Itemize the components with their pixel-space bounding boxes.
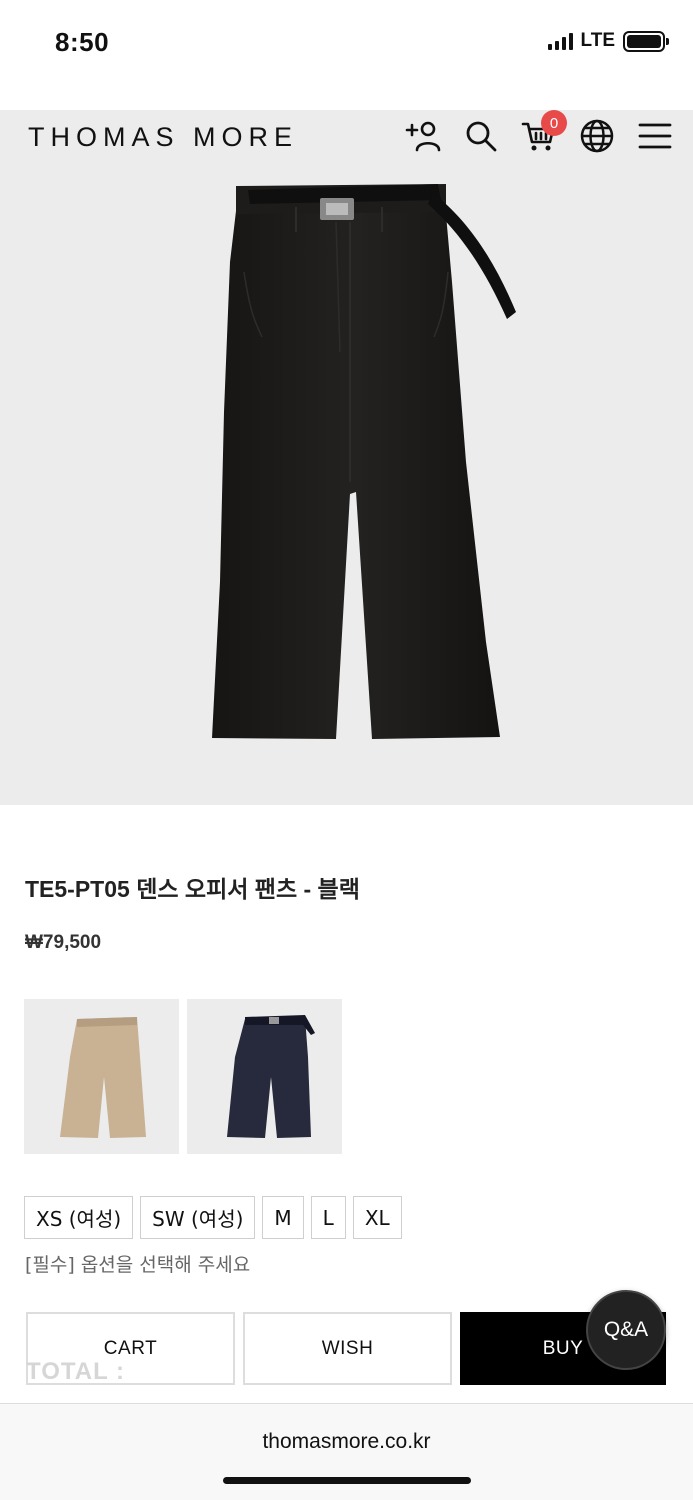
swatch-beige[interactable] [24,999,179,1154]
product-price: ₩79,500 [25,932,102,953]
size-option-xl[interactable]: XL [352,1196,402,1239]
url-text[interactable]: thomasmore.co.kr [0,1430,693,1454]
size-option-m[interactable]: M [262,1196,304,1239]
wish-button[interactable]: WISH [243,1312,452,1385]
status-indicators: LTE [547,30,669,52]
size-option-sw[interactable]: SW (여성) [140,1196,256,1239]
site-logo[interactable]: THOMAS MORE [28,122,298,153]
signal-icon [547,32,573,50]
add-user-icon[interactable] [403,116,443,156]
search-icon[interactable] [461,116,501,156]
swatch-navy[interactable] [187,999,342,1154]
browser-url-bar: thomasmore.co.kr [0,1403,693,1500]
globe-icon[interactable] [577,116,617,156]
menu-icon[interactable] [635,116,675,156]
total-label: TOTAL : [26,1358,125,1385]
home-indicator[interactable] [223,1477,471,1484]
size-required-notice: [필수] 옵션을 선택해 주세요 [25,1254,251,1276]
network-label: LTE [580,30,615,51]
site-header: THOMAS MORE 0 [0,110,693,162]
status-time: 8:50 [55,27,110,57]
product-title: TE5-PT05 덴스 오피서 팬츠 - 블랙 [25,876,360,902]
size-option-xs[interactable]: XS (여성) [24,1196,134,1239]
status-bar: 8:50 LTE [0,0,693,90]
qa-button[interactable]: Q&A [586,1290,666,1370]
product-hero-image[interactable] [0,162,693,805]
size-options: XS (여성) SW (여성) M L XL [24,1196,402,1239]
battery-icon [623,30,669,52]
header-icons: 0 [403,110,675,156]
cart-icon[interactable]: 0 [519,110,567,156]
size-option-l[interactable]: L [310,1196,346,1239]
color-swatches [24,999,342,1154]
cart-count-badge: 0 [541,110,567,136]
